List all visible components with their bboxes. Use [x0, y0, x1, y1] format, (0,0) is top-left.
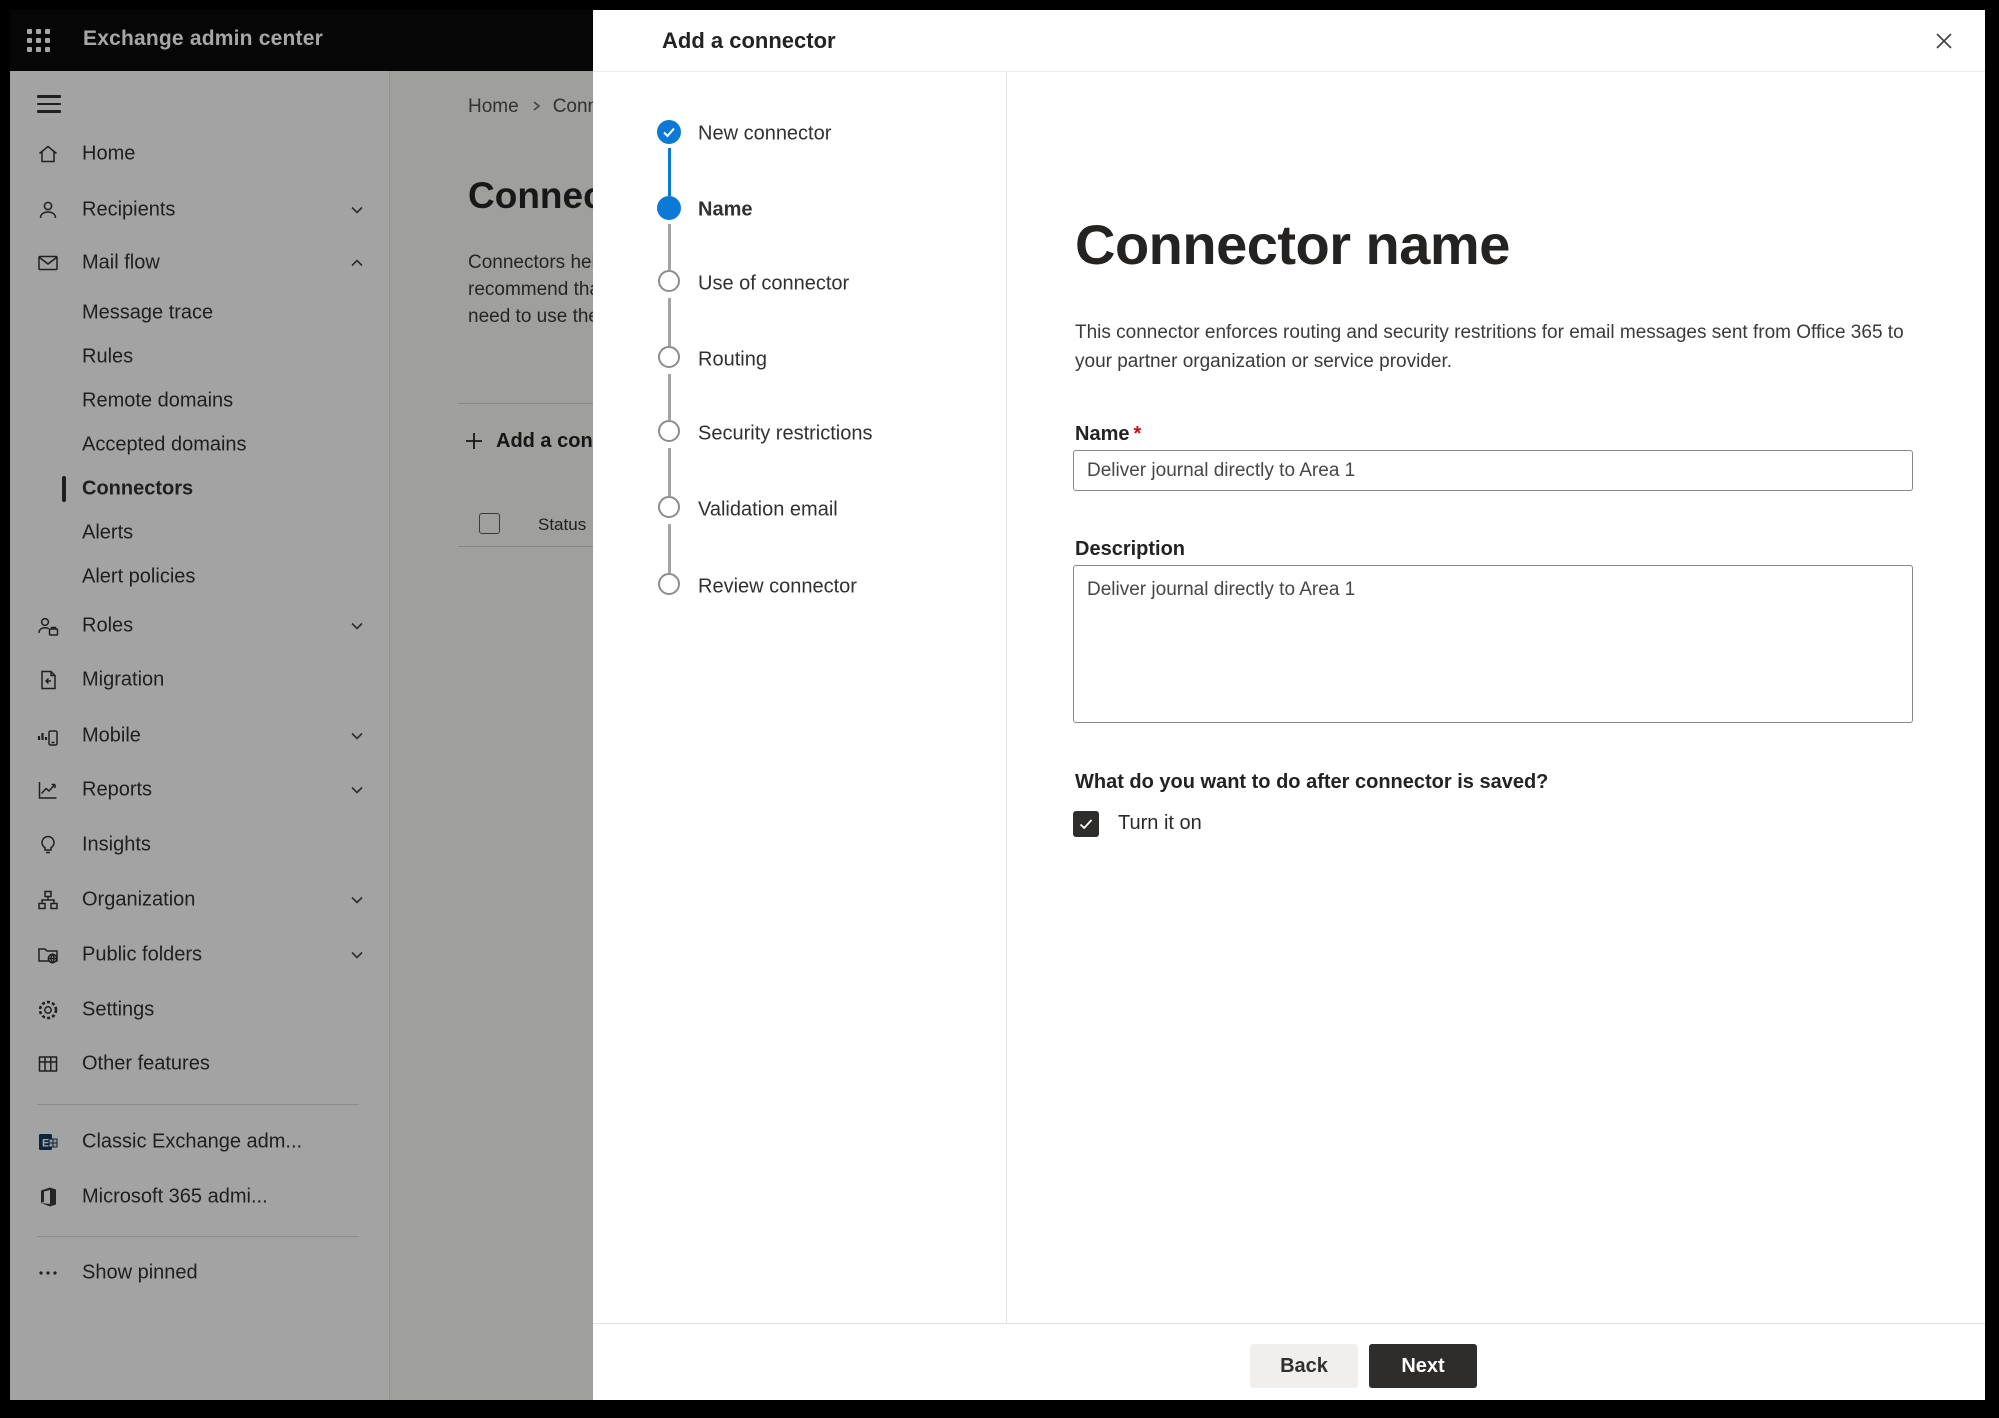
turn-it-on-row: Turn it on	[1073, 810, 1202, 837]
dialog-title: Add a connector	[662, 28, 836, 53]
wizard-page-title: Connector name	[1075, 213, 1510, 276]
step-connector-line	[668, 374, 671, 420]
wizard-step-routing[interactable]: Routing	[593, 346, 1007, 374]
dialog-header: Add a connector	[593, 10, 1985, 72]
wizard-steps-panel: New connector Name Use of connector Rout…	[593, 72, 1007, 1323]
back-button[interactable]: Back	[1250, 1344, 1358, 1388]
turn-it-on-label: Turn it on	[1118, 812, 1202, 834]
add-connector-dialog: Add a connector New connector Name Use o…	[593, 10, 1985, 1400]
wizard-step-name[interactable]: Name	[593, 196, 1007, 224]
wizard-step-review-connector[interactable]: Review connector	[593, 573, 1007, 601]
step-label: Review connector	[698, 575, 857, 598]
step-circle-todo	[658, 573, 680, 595]
checkmark-icon	[663, 127, 675, 138]
next-button[interactable]: Next	[1369, 1344, 1477, 1388]
step-circle-todo	[658, 420, 680, 442]
checkmark-icon	[1079, 818, 1093, 829]
step-label: Validation email	[698, 498, 838, 521]
name-input[interactable]	[1073, 450, 1913, 491]
step-label: New connector	[698, 122, 832, 145]
step-circle-todo	[658, 346, 680, 368]
step-connector-line	[668, 524, 671, 573]
step-connector-line	[668, 448, 671, 496]
step-circle-current	[657, 196, 681, 220]
wizard-page: Connector name This connector enforces r…	[1007, 72, 1985, 1323]
wizard-step-use-of-connector[interactable]: Use of connector	[593, 270, 1007, 298]
step-circle-done	[657, 120, 681, 144]
step-connector-line	[668, 224, 671, 270]
screen: Exchange admin center Home Recipients Mail…	[0, 0, 1999, 1418]
required-marker: *	[1133, 423, 1142, 445]
step-circle-todo	[658, 496, 680, 518]
step-label: Use of connector	[698, 272, 850, 295]
dialog-footer: Back Next	[593, 1323, 1985, 1400]
turn-it-on-checkbox[interactable]	[1073, 810, 1099, 837]
description-textarea[interactable]: Deliver journal directly to Area 1	[1073, 565, 1913, 723]
step-label: Routing	[698, 348, 767, 371]
description-field-label: Description	[1075, 538, 1186, 560]
after-save-question: What do you want to do after connector i…	[1075, 771, 1549, 793]
close-icon[interactable]	[1927, 24, 1961, 58]
step-label: Security restrictions	[698, 422, 873, 445]
step-label: Name	[698, 198, 753, 221]
name-field-label: Name *	[1075, 423, 1142, 445]
step-connector-line	[668, 298, 671, 346]
wizard-step-security-restrictions[interactable]: Security restrictions	[593, 420, 1007, 448]
wizard-step-new-connector[interactable]: New connector	[593, 120, 1007, 148]
step-connector-line	[668, 148, 671, 196]
wizard-step-validation-email[interactable]: Validation email	[593, 496, 1007, 524]
step-circle-todo	[658, 270, 680, 292]
wizard-page-description: This connector enforces routing and secu…	[1075, 322, 1904, 372]
